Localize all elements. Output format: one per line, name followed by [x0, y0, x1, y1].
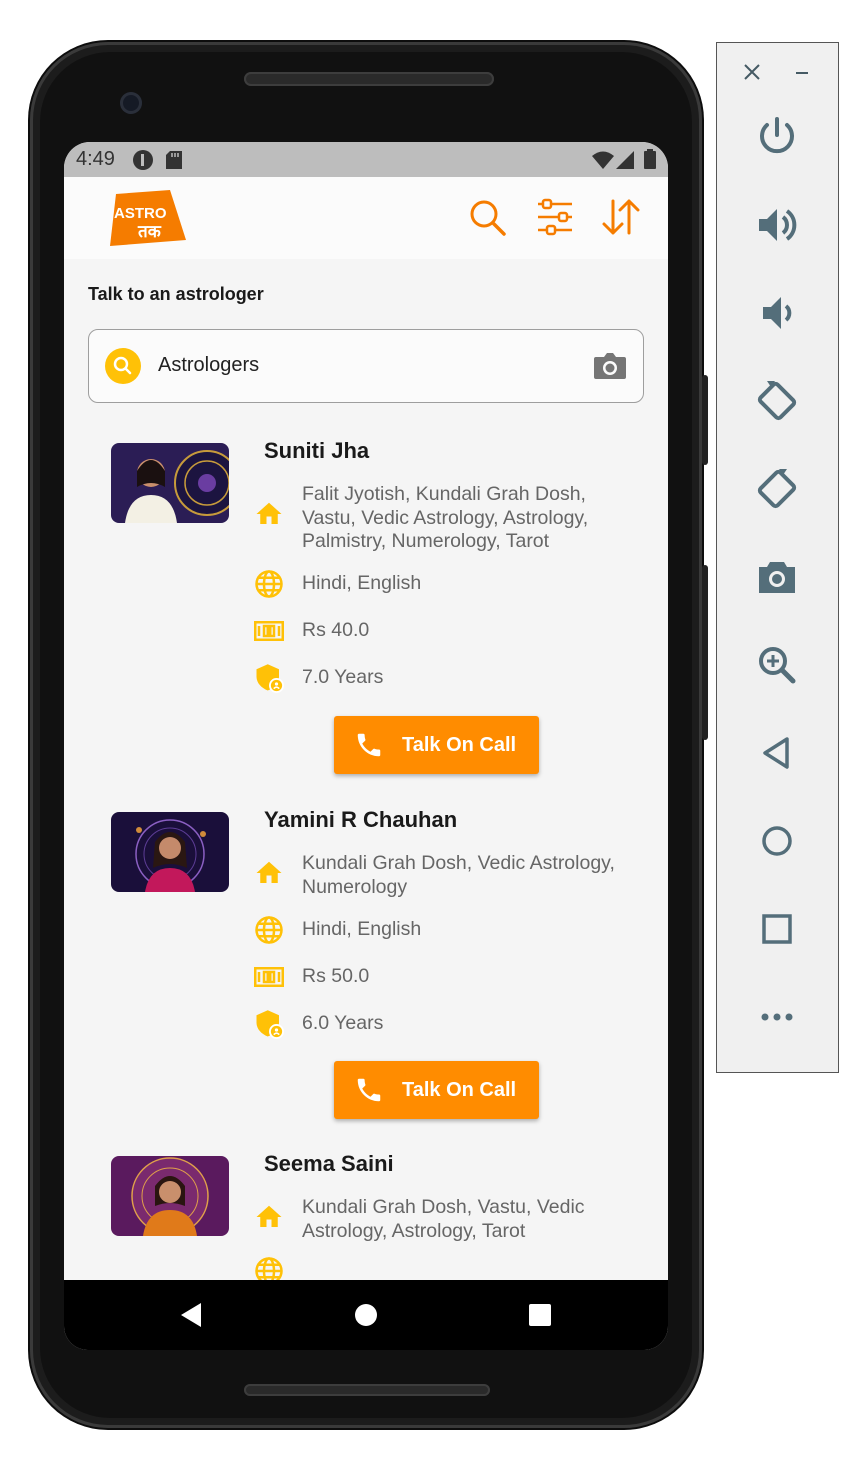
- home-icon: [256, 861, 282, 883]
- zoom-icon[interactable]: [753, 641, 801, 689]
- battery-icon: [644, 149, 656, 169]
- camera-icon[interactable]: [593, 351, 627, 381]
- power-icon[interactable]: [753, 113, 801, 161]
- filter-icon[interactable]: [535, 197, 575, 237]
- astrologer-languages: Hindi, English: [302, 572, 422, 594]
- status-bar: 4:49: [64, 142, 668, 177]
- astrologer-photo: [111, 443, 229, 523]
- status-time: 4:49: [76, 148, 115, 170]
- money-icon: [254, 967, 284, 987]
- earpiece-speaker: [244, 72, 494, 86]
- search-icon: [113, 356, 132, 375]
- sort-icon[interactable]: [601, 197, 641, 237]
- more-icon[interactable]: [753, 993, 801, 1041]
- astrologer-avatar: [111, 443, 229, 523]
- overview-icon[interactable]: [753, 905, 801, 953]
- talk-on-call-label: Talk On Call: [402, 734, 517, 756]
- emulator-toolbar: [716, 42, 839, 1073]
- bottom-speaker: [244, 1384, 490, 1396]
- search-icon[interactable]: [467, 197, 507, 237]
- phone-screen: 4:49 ASTRO तक Talk to an astrologer Astr…: [64, 142, 668, 1350]
- rotate-left-icon[interactable]: [753, 377, 801, 425]
- minimize-icon[interactable]: [793, 63, 811, 81]
- android-nav-bar: [64, 1280, 668, 1350]
- wifi-icon: [592, 151, 614, 169]
- astrologer-name: Yamini R Chauhan: [264, 807, 458, 832]
- logo-text-top: ASTRO: [114, 205, 167, 222]
- astro-tak-logo[interactable]: ASTRO तक: [104, 190, 188, 248]
- screenshot-icon[interactable]: [753, 553, 801, 601]
- verified-shield-icon: [256, 664, 284, 693]
- home-icon: [256, 1205, 282, 1227]
- astrologer-list-page: Talk to an astrologer Astrologers Suniti…: [64, 259, 668, 1280]
- logo-badge-icon: ASTRO तक: [110, 190, 186, 246]
- back-icon[interactable]: [179, 1302, 203, 1328]
- home-icon: [256, 502, 282, 524]
- sd-card-icon: [166, 151, 182, 169]
- astrologer-experience: 6.0 Years: [302, 1012, 384, 1034]
- signal-icon: [616, 151, 634, 169]
- overview-icon[interactable]: [529, 1304, 551, 1326]
- globe-icon: [255, 1257, 283, 1280]
- astrologer-avatar: [111, 1156, 229, 1236]
- astrologer-avatar: [111, 812, 229, 892]
- globe-icon: [255, 916, 283, 944]
- app-bar: ASTRO तक: [64, 177, 668, 259]
- globe-icon: [255, 570, 283, 598]
- astrologer-name: Suniti Jha: [264, 438, 370, 463]
- back-icon[interactable]: [753, 729, 801, 777]
- device-volume-button: [702, 565, 708, 740]
- money-icon: [254, 621, 284, 641]
- search-bar[interactable]: Astrologers: [88, 329, 644, 403]
- search-bar-icon-container: [105, 348, 141, 384]
- phone-icon: [357, 733, 381, 757]
- phone-icon: [357, 1078, 381, 1102]
- astrologer-price: Rs 50.0: [302, 965, 370, 987]
- front-camera: [120, 92, 142, 114]
- page-title: Talk to an astrologer: [88, 284, 264, 304]
- verified-shield-icon: [256, 1010, 284, 1039]
- astrologer-skills: Kundali Grah Dosh, Vastu, Vedic Astrolog…: [302, 1196, 585, 1242]
- search-input[interactable]: Astrologers: [158, 354, 259, 377]
- volume-down-icon[interactable]: [753, 289, 801, 337]
- close-icon[interactable]: [743, 63, 761, 81]
- logo-text-bottom: तक: [137, 222, 162, 242]
- rotate-right-icon[interactable]: [753, 465, 801, 513]
- home-icon[interactable]: [753, 817, 801, 865]
- talk-on-call-label: Talk On Call: [402, 1079, 517, 1101]
- astrologer-name: Seema Saini: [264, 1151, 394, 1176]
- volume-up-icon[interactable]: [753, 201, 801, 249]
- astrologer-photo: [111, 812, 229, 892]
- talk-on-call-button[interactable]: Talk On Call: [334, 1061, 539, 1119]
- astrologer-languages: Hindi, English: [302, 918, 422, 940]
- astrologer-skills: Kundali Grah Dosh, Vedic Astrology, Nume…: [302, 852, 615, 898]
- astrologer-photo: [111, 1156, 229, 1236]
- astrologer-experience: 7.0 Years: [302, 666, 384, 688]
- notification-icon: [133, 150, 153, 170]
- astrologer-skills: Falit Jyotish, Kundali Grah Dosh, Vastu,…: [302, 483, 589, 552]
- device-side-button: [702, 375, 708, 465]
- talk-on-call-button[interactable]: Talk On Call: [334, 716, 539, 774]
- home-icon[interactable]: [354, 1303, 378, 1327]
- astrologer-price: Rs 40.0: [302, 619, 370, 641]
